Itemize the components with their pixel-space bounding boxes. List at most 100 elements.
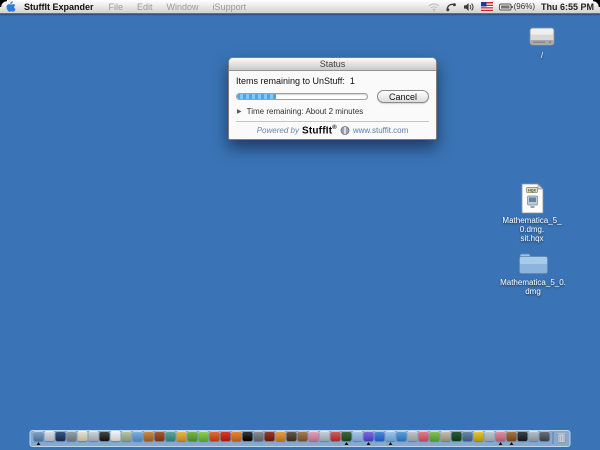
dock-icon-34[interactable]	[408, 431, 418, 445]
menu-window[interactable]: Window	[160, 2, 206, 12]
dock-icon-glyph	[287, 431, 297, 441]
dock-icon-29[interactable]	[353, 431, 363, 445]
screen-corner-left	[0, 0, 7, 7]
dock-divider	[553, 432, 554, 444]
dock-icon-35[interactable]	[419, 431, 429, 445]
dock-icon-24[interactable]	[298, 431, 308, 445]
dock-icon-4[interactable]	[78, 431, 88, 445]
dialog-title-bar[interactable]: Status	[229, 58, 436, 71]
menu-file[interactable]: File	[102, 2, 131, 12]
dock-icon-13[interactable]	[177, 431, 187, 445]
desktop-icon-hqx-archive[interactable]: HQX Mathematica_5_0.dmg. sit.hqx	[502, 183, 562, 243]
dock-icon-7[interactable]	[111, 431, 121, 445]
menu-edit[interactable]: Edit	[130, 2, 160, 12]
battery-icon[interactable]: (96%)	[499, 2, 535, 11]
dock-icon-40[interactable]	[474, 431, 484, 445]
disclosure-triangle-icon[interactable]: ▶	[237, 108, 242, 115]
modem-phone-icon[interactable]	[446, 2, 457, 12]
dock-icon-33[interactable]	[397, 431, 407, 445]
dock-icon-31[interactable]	[375, 431, 385, 445]
progress-fill	[237, 94, 276, 99]
dock-icon-44[interactable]	[518, 431, 528, 445]
dock-icon-19[interactable]	[243, 431, 253, 445]
dock-icon-14[interactable]	[188, 431, 198, 445]
status-dialog: Status Items remaining to UnStuff: 1 Can…	[228, 57, 437, 140]
dock-icon-glyph	[386, 431, 396, 441]
dock-icon-17[interactable]	[221, 431, 231, 445]
dock-icon-glyph	[309, 431, 319, 441]
dock-icon-glyph	[100, 431, 110, 441]
dock-icon-41[interactable]	[485, 431, 495, 445]
stuffit-brand: StuffIt®	[302, 125, 337, 136]
dock-icon-26[interactable]	[320, 431, 330, 445]
dock-icon-8[interactable]	[122, 431, 132, 445]
menu-app-name[interactable]: StuffIt Expander	[22, 2, 102, 12]
dock-icon-9[interactable]	[133, 431, 143, 445]
svg-text:HQX: HQX	[528, 189, 536, 193]
dock-icon-glyph	[144, 431, 154, 441]
dock-icon-glyph	[265, 431, 275, 441]
desktop-icon-folder[interactable]: Mathematica_5_0.dmg	[500, 251, 566, 296]
dock-icon-glyph	[45, 431, 55, 441]
dock-icon-43[interactable]	[507, 431, 517, 445]
dock-icon-16[interactable]	[210, 431, 220, 445]
dock-icon-20[interactable]	[254, 431, 264, 445]
keyboard-flag-icon[interactable]	[481, 2, 493, 11]
hard-disk-icon	[528, 26, 556, 49]
items-remaining-label: Items remaining to UnStuff: 1	[236, 76, 429, 86]
dock-icon-45[interactable]	[529, 431, 539, 445]
dock-icon-10[interactable]	[144, 431, 154, 445]
dock-icon-15[interactable]	[199, 431, 209, 445]
dock-icon-21[interactable]	[265, 431, 275, 445]
volume-icon[interactable]	[463, 2, 475, 12]
dock-icon-27[interactable]	[331, 431, 341, 445]
dock-icon-glyph	[111, 431, 121, 441]
battery-percent: (96%)	[514, 2, 535, 11]
dock-icon-11[interactable]	[155, 431, 165, 445]
dock-icon-25[interactable]	[309, 431, 319, 445]
dock-icon-2[interactable]	[56, 431, 66, 445]
dock-icon-0[interactable]	[34, 431, 44, 445]
dock-icon-38[interactable]	[452, 431, 462, 445]
dock-icon-glyph	[364, 431, 374, 441]
dock-icon-39[interactable]	[463, 431, 473, 445]
dock-icon-42[interactable]	[496, 431, 506, 445]
dock-icon-5[interactable]	[89, 431, 99, 445]
running-app-indicator	[37, 442, 41, 445]
hard-disk-label: /	[541, 51, 543, 60]
hqx-document-icon: HQX	[520, 183, 545, 214]
powered-by-label: Powered by	[257, 126, 299, 135]
menu-clock[interactable]: Thu 6:55 PM	[541, 2, 594, 12]
dock-icon-1[interactable]	[45, 431, 55, 445]
dock-icon-36[interactable]	[430, 431, 440, 445]
cancel-button[interactable]: Cancel	[377, 90, 429, 103]
airport-wifi-icon[interactable]	[428, 2, 440, 12]
items-remaining-value: 1	[350, 76, 355, 86]
dock-icon-glyph	[177, 431, 187, 441]
dock-icon-3[interactable]	[67, 431, 77, 445]
dock-icon-6[interactable]	[100, 431, 110, 445]
dock-icon-32[interactable]	[386, 431, 396, 445]
desktop-icon-hard-disk[interactable]: /	[520, 26, 564, 60]
running-app-indicator	[389, 442, 393, 445]
dock-icon-22[interactable]	[276, 431, 286, 445]
dock-icon-23[interactable]	[287, 431, 297, 445]
dock-icon-12[interactable]	[166, 431, 176, 445]
dock-icon-37[interactable]	[441, 431, 451, 445]
dock-icon-glyph	[529, 431, 539, 441]
dock-icon-glyph	[342, 431, 352, 441]
dock-trash-icon[interactable]	[557, 431, 567, 445]
dock-icon-18[interactable]	[232, 431, 242, 445]
dock	[30, 430, 571, 447]
dock-icon-glyph	[34, 431, 44, 441]
screen-corner-right	[593, 0, 600, 7]
dock-icon-30[interactable]	[364, 431, 374, 445]
menu-isupport[interactable]: iSupport	[206, 2, 254, 12]
dock-icon-glyph	[155, 431, 165, 441]
dock-icon-46[interactable]	[540, 431, 550, 445]
dock-icon-glyph	[320, 431, 330, 441]
stuffit-url[interactable]: www.stuffit.com	[353, 126, 408, 135]
dock-icon-glyph	[133, 431, 143, 441]
dock-icon-28[interactable]	[342, 431, 352, 445]
dock-icon-glyph	[232, 431, 242, 441]
